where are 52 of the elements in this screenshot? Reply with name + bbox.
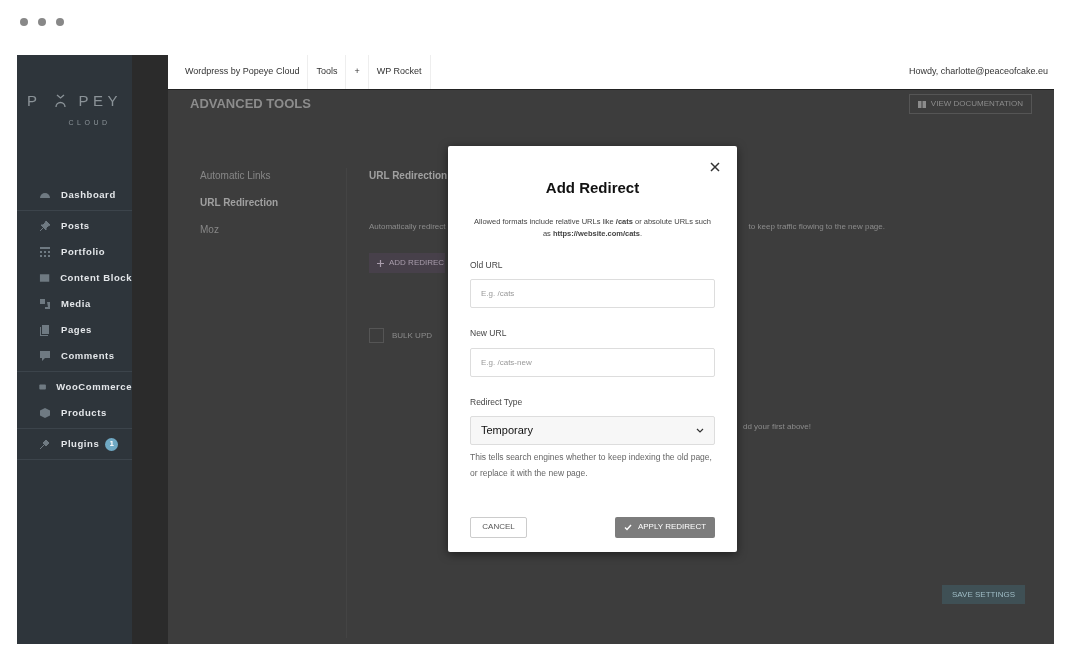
- sidebar-item[interactable]: WooCommerce: [17, 374, 132, 400]
- page-title: ADVANCED TOOLS: [190, 95, 311, 114]
- field-label: Redirect Type: [470, 396, 524, 409]
- sidebar-item[interactable]: Portfolio: [17, 239, 132, 265]
- top-bar-item[interactable]: Wordpress by Popeye Cloud: [168, 55, 309, 89]
- sidebar-item[interactable]: Content Block: [17, 265, 132, 291]
- logo-text: PEY: [78, 91, 122, 111]
- media-icon: [39, 298, 51, 310]
- book-icon: [917, 100, 926, 108]
- help-text: This tells search engines whether to keep indexing the old page, or replace it with the new page.: [470, 450, 713, 480]
- logo-mark-icon: [54, 94, 66, 109]
- dialog-title: Add Redirect: [544, 178, 641, 198]
- save-settings-button[interactable]: SAVE SETTINGS: [942, 585, 1025, 604]
- section-title: URL Redirection: [369, 169, 449, 183]
- checkbox[interactable]: [369, 328, 384, 343]
- sidebar-item[interactable]: Dashboard: [17, 182, 132, 208]
- apply-redirect-button[interactable]: APPLY REDIRECT: [615, 516, 715, 538]
- sidebar-item[interactable]: Pages: [17, 317, 132, 343]
- pin-icon: [39, 220, 51, 232]
- cube-icon: [39, 407, 51, 419]
- sidebar-item[interactable]: Products: [17, 400, 132, 426]
- sidebar-item[interactable]: Posts: [17, 213, 132, 239]
- sidebar-item[interactable]: Plugins 1: [17, 431, 132, 457]
- sidebar-item[interactable]: Comments: [17, 343, 132, 369]
- close-icon[interactable]: [710, 162, 720, 172]
- grid-icon: [39, 246, 51, 258]
- intro-text: to keep traffic flowing to the new page.: [748, 221, 885, 233]
- bulk-update-label: BULK UPD: [392, 329, 432, 342]
- intro-text: Automatically redirect: [369, 221, 446, 233]
- block-icon: [39, 272, 51, 284]
- url-input[interactable]: E.g. /cats-new: [470, 348, 715, 377]
- user-greeting[interactable]: Howdy, charlotte@peaceofcake.eu: [908, 55, 1054, 89]
- cancel-button[interactable]: CANCEL: [470, 516, 527, 538]
- logo-text: P: [27, 91, 42, 111]
- empty-message: dd your first above!: [743, 421, 812, 433]
- plus-icon: [377, 259, 384, 267]
- add-redirect-button[interactable]: ADD REDIREC: [369, 253, 445, 273]
- top-bar-item[interactable]: Tools: [308, 55, 347, 89]
- field-label: New URL: [470, 327, 508, 340]
- top-bar-item[interactable]: WP Rocket: [368, 55, 431, 89]
- check-icon: [623, 523, 632, 531]
- plug-icon: [39, 438, 51, 450]
- count-badge: 1: [105, 437, 119, 451]
- top-bar-item[interactable]: +: [346, 55, 369, 89]
- url-input[interactable]: E.g. /cats: [470, 279, 715, 309]
- sidebar-item[interactable]: Media: [17, 291, 132, 317]
- comment-icon: [39, 350, 51, 362]
- pages-icon: [39, 324, 51, 336]
- redirect-type-select[interactable]: Temporary: [470, 415, 715, 445]
- field-label: Old URL: [470, 258, 504, 272]
- chevron-down-icon: [696, 427, 704, 433]
- tab[interactable]: URL Redirection: [200, 195, 346, 210]
